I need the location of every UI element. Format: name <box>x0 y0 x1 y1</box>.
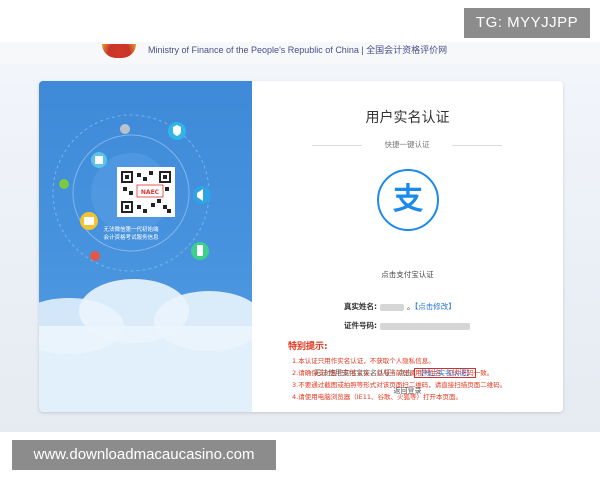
qr-orbit-illustration: NAEC 无法微信第一代初始端 会计资格考试服务信息 <box>39 114 252 412</box>
fallback-row: 无法使用支付宝实名认证？点击 【线上实名认证】 <box>314 368 476 378</box>
edit-name-link[interactable]: 【点击修改】 <box>415 302 456 311</box>
national-emblem-icon <box>102 44 136 58</box>
qr-caption-line2: 会计资格考试服务信息 <box>103 233 159 241</box>
auth-form-panel: 用户实名认证 快捷一键认证 支 点击支付宝认证 真实姓名: 。【点击修改】 证件号… <box>252 81 563 412</box>
website-watermark: www.downloadmacaucasino.com <box>12 440 276 470</box>
name-suffix: 。 <box>407 302 415 311</box>
gray-dot-icon <box>120 124 130 134</box>
alipay-icon: 支 <box>393 182 423 217</box>
id-label: 证件号码: <box>344 321 377 330</box>
shield-icon <box>168 122 186 140</box>
back-login-link[interactable]: 返回登录 <box>252 386 563 396</box>
alipay-icon-button[interactable]: 支 <box>377 169 439 231</box>
page-title: 用户实名认证 <box>365 110 450 126</box>
name-value-blurred <box>380 303 404 311</box>
tg-watermark: TG: MYYJJPP <box>464 8 590 38</box>
notice-title: 特别提示: <box>288 342 328 352</box>
qr-brand-label: NAEC <box>141 189 160 196</box>
qr-caption-line1: 无法微信第一代初始端 <box>103 225 159 233</box>
document-icon <box>91 152 107 168</box>
illustration-panel: NAEC 无法微信第一代初始端 会计资格考试服务信息 <box>39 81 252 412</box>
id-card-icon <box>80 212 98 230</box>
notice-item: 1.本认证只用作实名认证，不获取个人隐私信息。 <box>292 357 435 365</box>
megaphone-icon <box>193 186 211 204</box>
id-field: 证件号码: <box>344 320 473 331</box>
name-label: 真实姓名: <box>344 302 377 311</box>
alipay-auth-link[interactable]: 点击支付宝认证 <box>252 269 563 280</box>
name-field: 真实姓名: 。【点击修改】 <box>344 301 456 312</box>
fallback-question: 无法使用支付宝实名认证？点击 <box>314 369 412 377</box>
ministry-title: Ministry of Finance of the People's Repu… <box>148 45 448 55</box>
phone-icon <box>191 242 209 260</box>
subtitle-divider: 快捷一键认证 <box>312 139 502 151</box>
green-dot-icon <box>59 179 69 189</box>
screenshot-area: Ministry of Finance of the People's Repu… <box>0 42 600 432</box>
red-dot-icon <box>90 251 100 261</box>
cloud-decoration <box>39 279 252 412</box>
online-auth-link[interactable]: 【线上实名认证】 <box>414 368 476 378</box>
id-value-blurred <box>380 322 470 330</box>
ministry-header: Ministry of Finance of the People's Repu… <box>0 42 600 64</box>
auth-card: NAEC 无法微信第一代初始端 会计资格考试服务信息 用户实名认证 快捷一键认证 <box>39 81 563 412</box>
